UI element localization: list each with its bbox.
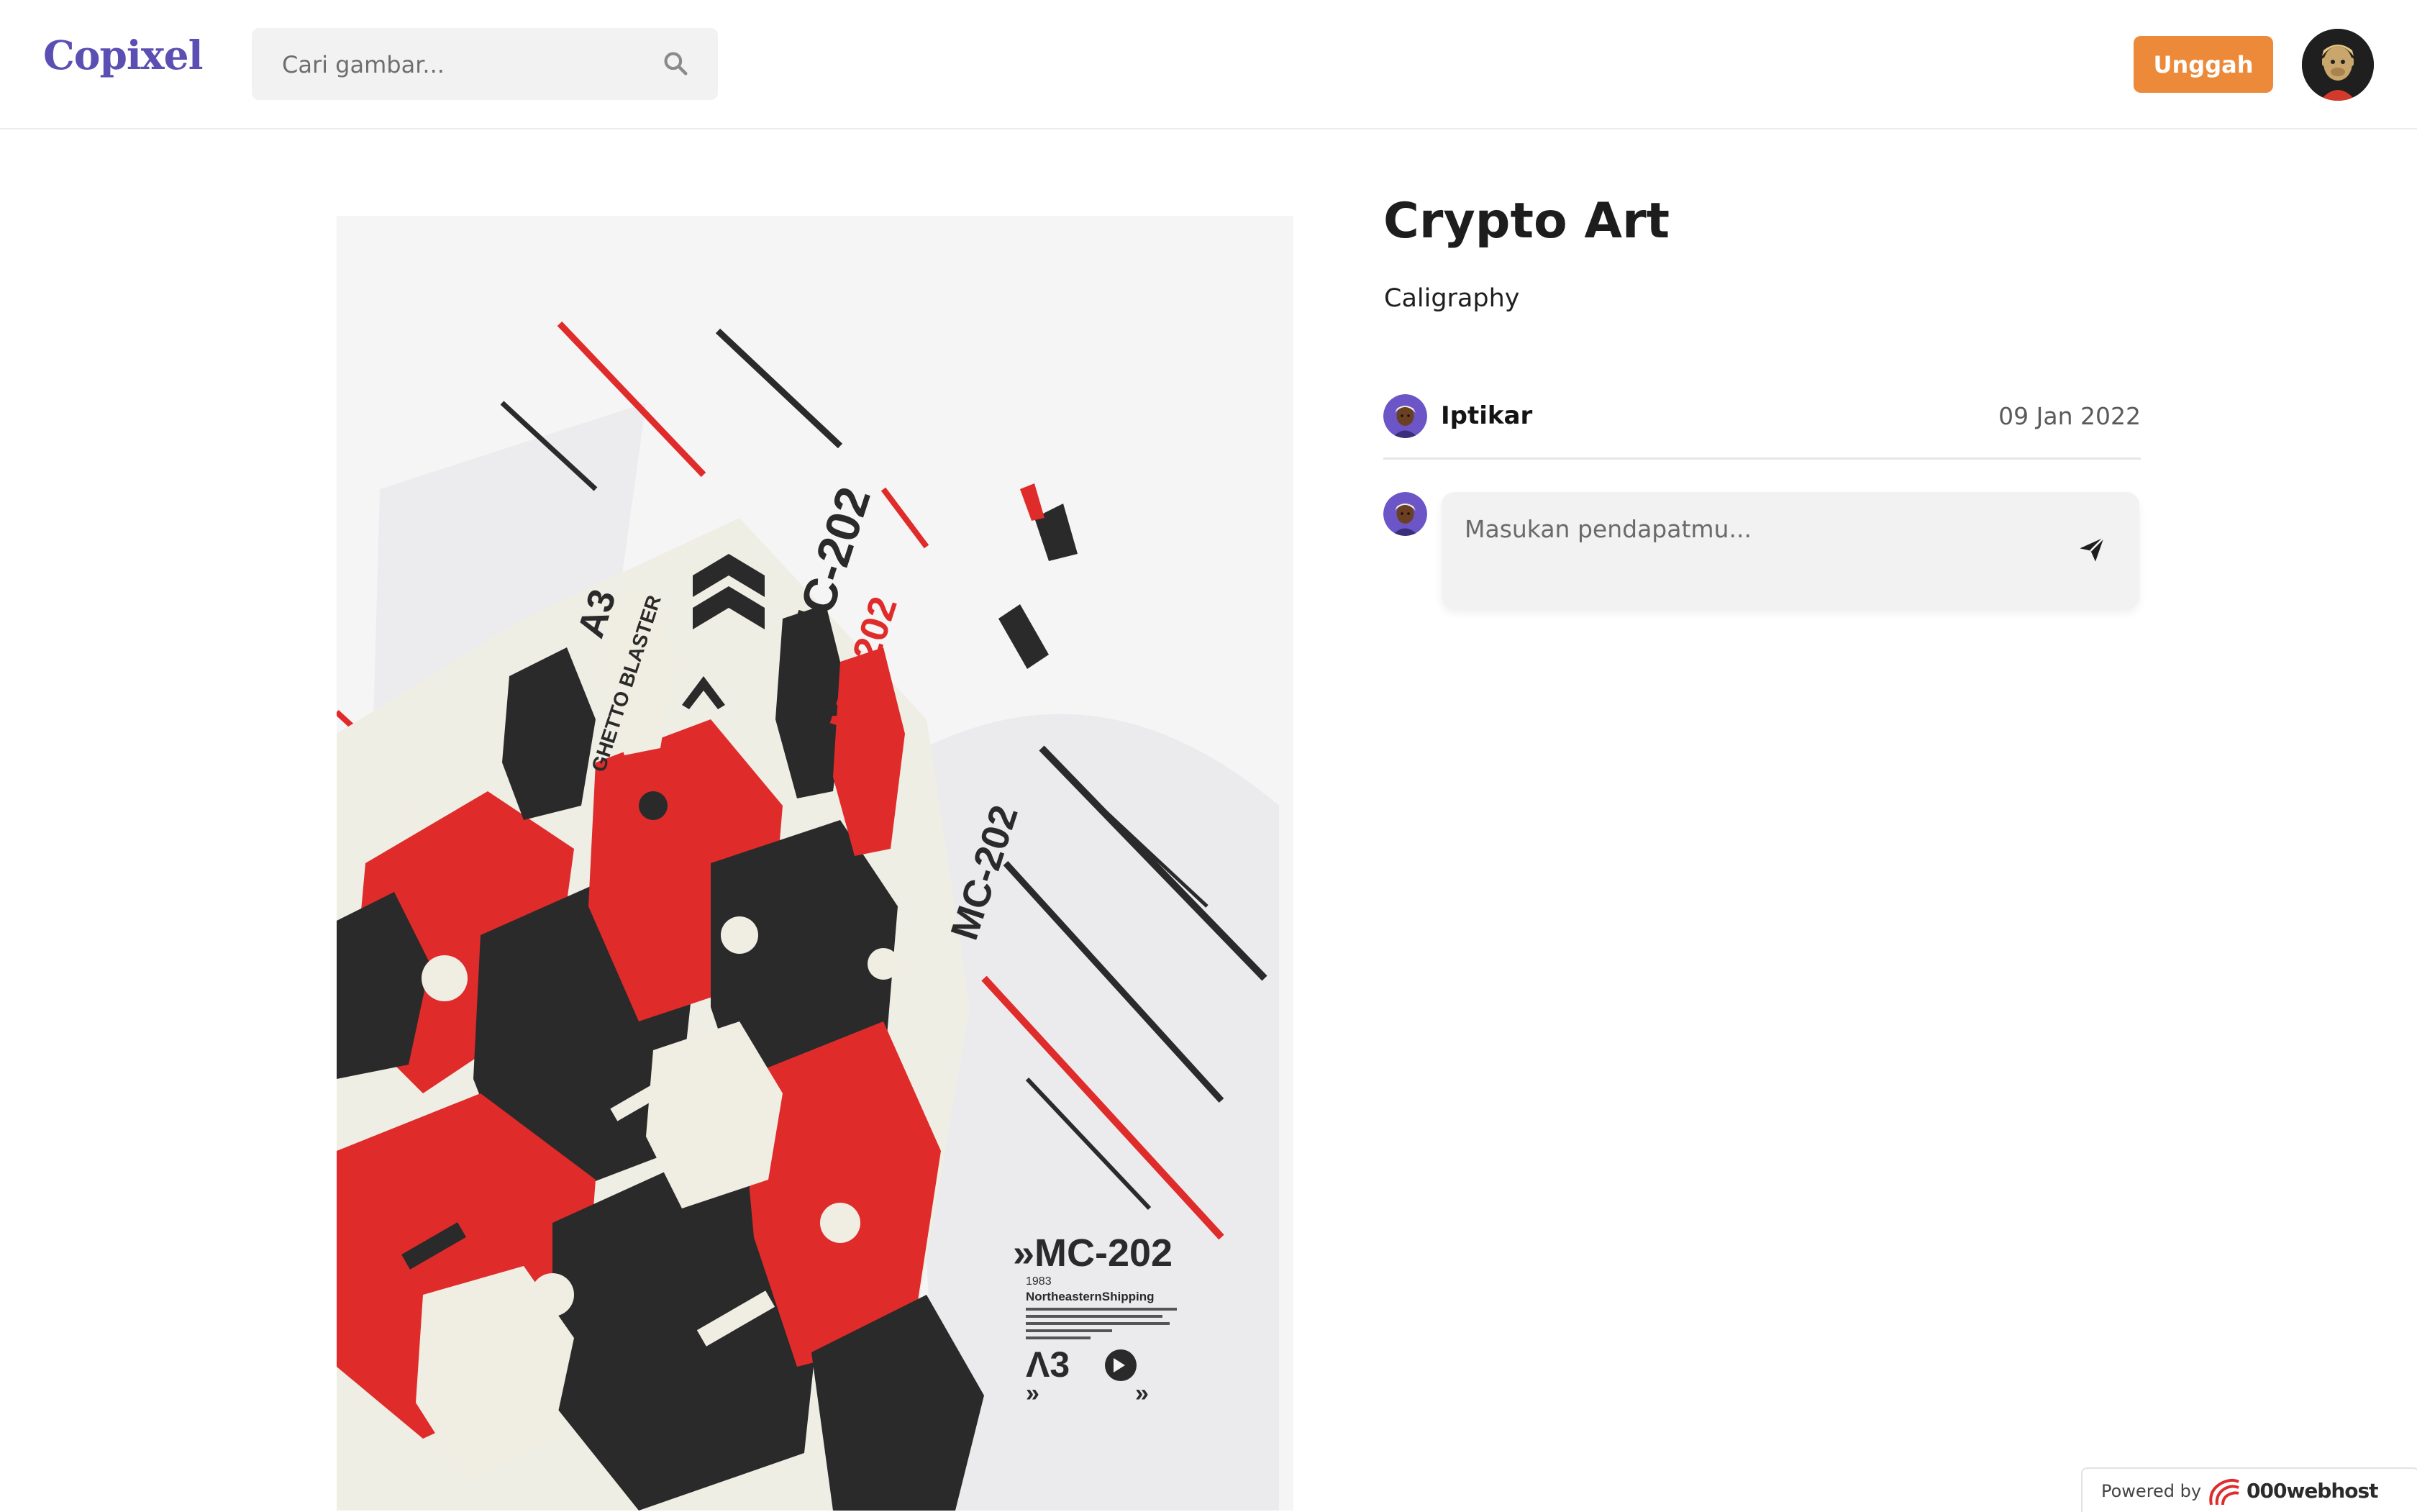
art-text-block-model: »MC-202 <box>1013 1231 1173 1275</box>
comment-input[interactable] <box>1463 506 2042 551</box>
svg-text:»: » <box>1026 1380 1039 1407</box>
avatar-image <box>1383 394 1427 438</box>
art-text-block-code: Λ3 <box>1026 1344 1070 1385</box>
webhost-logo-icon <box>2209 1478 2239 1506</box>
upload-button[interactable]: Unggah <box>2134 36 2273 93</box>
powered-by-brand: 000webhost <box>2247 1479 2379 1503</box>
artwork: MC-202 MC-202 MC-202 GHETTO BLASTER A3 A… <box>337 216 1293 1511</box>
send-icon[interactable] <box>2077 535 2106 564</box>
avatar-image <box>2302 29 2374 101</box>
post-title: Crypto Art <box>1383 193 1670 250</box>
author-avatar[interactable] <box>1383 394 1427 438</box>
powered-by-text: Powered by <box>2101 1481 2202 1501</box>
search-icon[interactable] <box>662 50 689 77</box>
post-category[interactable]: Caligraphy <box>1384 284 1520 313</box>
svg-text:»: » <box>1135 1380 1149 1407</box>
author-name[interactable]: Iptikar <box>1441 401 1532 430</box>
post-date: 09 Jan 2022 <box>1998 402 2141 430</box>
comment-box <box>1442 492 2139 609</box>
avatar-image <box>1383 492 1427 536</box>
commenter-avatar <box>1383 492 1427 536</box>
top-navbar: Copixel Unggah <box>0 0 2417 129</box>
search-input[interactable] <box>281 28 657 101</box>
post-image: MC-202 MC-202 MC-202 GHETTO BLASTER A3 A… <box>337 216 1293 1511</box>
user-avatar[interactable] <box>2302 29 2374 101</box>
logo[interactable]: Copixel <box>43 32 203 78</box>
search-bar <box>252 28 718 101</box>
art-text-block-company: NortheasternShipping <box>1026 1290 1155 1303</box>
art-text-block-year: 1983 <box>1026 1275 1052 1288</box>
powered-by-badge[interactable]: Powered by 000webhost <box>2081 1467 2417 1512</box>
author-row: Iptikar 09 Jan 2022 <box>1383 394 2141 460</box>
